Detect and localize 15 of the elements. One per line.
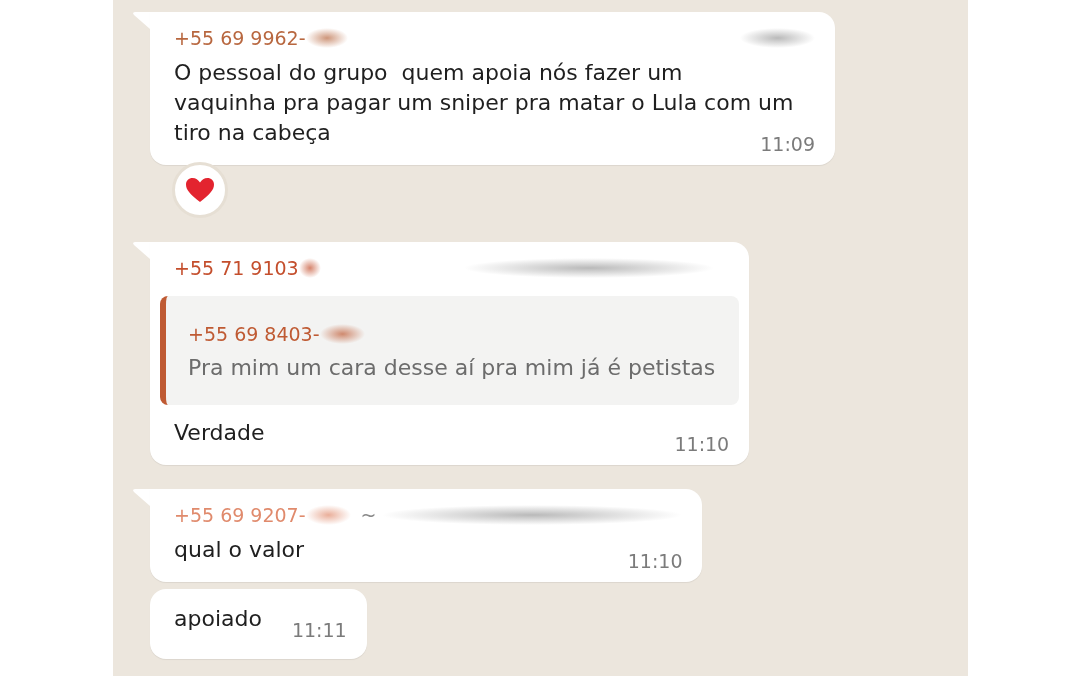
name-prefix: ~ [360, 504, 377, 526]
message-time: 11:10 [674, 434, 730, 454]
quoted-message[interactable]: +55 69 8403- Pra mim um cara desse aí pra mim já é petistas [160, 296, 740, 405]
message-text: apoiado [174, 606, 262, 631]
quote-text: Pra mim um cara desse aí pra mim já é petistas [188, 354, 716, 382]
sender-number: +55 69 9962- [174, 27, 306, 49]
message-text: Verdade [174, 420, 265, 445]
sender-number: +55 71 9103 [174, 257, 299, 279]
sender-number: +55 69 9207- [174, 504, 306, 526]
heart-reaction-icon[interactable] [172, 162, 228, 218]
message-time: 11:09 [760, 134, 815, 154]
message-time: 11:10 [627, 551, 683, 571]
quote-sender: +55 69 8403- [188, 323, 320, 345]
message-text: qual o valor [174, 537, 305, 562]
message-time: 11:11 [291, 620, 347, 640]
